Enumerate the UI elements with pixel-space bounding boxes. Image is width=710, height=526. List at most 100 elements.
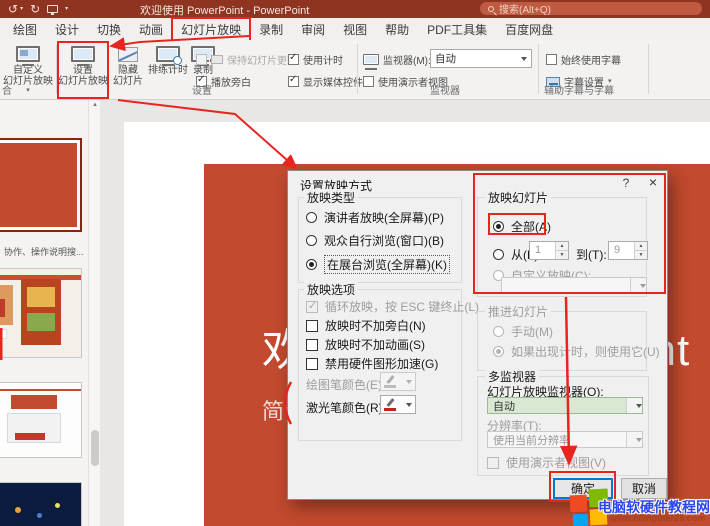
hide-slide-button[interactable]: 隐藏 幻灯片 xyxy=(110,42,146,98)
powerpoint-window: ↺ ▾ ↻ ▾ 欢迎使用 PowerPoint - PowerPoint 搜索(… xyxy=(0,0,710,526)
spinner-down-icon[interactable]: ▼ xyxy=(635,250,647,259)
pen-icon xyxy=(384,375,396,388)
play-narration-label: 播放旁白 xyxy=(211,74,251,89)
spinner-up-icon[interactable]: ▲ xyxy=(635,242,647,250)
slide-thumbnail-3[interactable] xyxy=(0,382,82,458)
tab-draw[interactable]: 绘图 xyxy=(4,18,46,41)
checkbox-disable-hw-acceleration[interactable]: 禁用硬件图形加速(G) xyxy=(306,355,438,372)
pen-color-picker[interactable] xyxy=(380,372,416,391)
chevron-down-icon xyxy=(521,57,527,61)
show-options-label: 放映选项 xyxy=(304,281,358,298)
radio-all-slides[interactable]: 全部(A) xyxy=(493,218,551,235)
checkbox-icon: ✓ xyxy=(306,301,318,313)
checkbox-loop-continuously[interactable]: ✓ 循环放映，按 ESC 键终止(L) xyxy=(306,298,479,315)
tab-review[interactable]: 审阅 xyxy=(292,18,334,41)
thumbnail-scrollbar[interactable]: ▲ xyxy=(88,100,100,526)
checkbox-icon xyxy=(487,457,499,469)
checkbox-use-presenter-view[interactable]: 使用演示者视图(V) xyxy=(487,454,606,471)
quick-access-toolbar: ↺ ▾ ↻ ▾ xyxy=(0,3,68,15)
undo-icon[interactable]: ↺ xyxy=(8,3,18,15)
show-slides-label: 放映幻灯片 xyxy=(485,189,551,206)
scrollbar-thumb[interactable] xyxy=(91,430,99,466)
keep-slides-updated-label: 保持幻灯片更新 xyxy=(227,52,297,67)
setup-show-dialog: 设置放映方式 ? × 放映类型 演讲者放映(全屏幕)(P) 观众自行浏览(窗口)… xyxy=(287,170,668,500)
to-slide-spinner[interactable]: 9 ▲▼ xyxy=(608,241,648,260)
ok-button[interactable]: 确定 xyxy=(553,478,613,499)
pen-color-label: 绘图笔颜色(E): xyxy=(306,376,385,393)
custom-slideshow-icon xyxy=(16,46,40,62)
dialog-help-button[interactable]: ? xyxy=(618,176,634,190)
use-timings-checkbox[interactable]: ✓ 使用计时 xyxy=(288,52,343,67)
tab-animations[interactable]: 动画 xyxy=(130,18,172,41)
setup-slideshow-button[interactable]: 设置 幻灯片放映 xyxy=(58,42,108,98)
radio-icon xyxy=(306,235,317,246)
slideshow-monitor-select[interactable]: 自动 xyxy=(487,397,643,414)
search-icon xyxy=(488,6,494,12)
checkbox-icon: ✓ xyxy=(288,54,299,65)
to-label-row: 到(T): xyxy=(576,246,607,263)
rehearse-timings-button[interactable]: 排练计时 xyxy=(148,42,188,98)
laser-color-label: 激光笔颜色(R): xyxy=(306,399,386,416)
tab-slideshow[interactable]: 幻灯片放映 xyxy=(172,18,250,41)
chevron-down-icon xyxy=(406,380,412,384)
checkbox-without-narration[interactable]: 放映时不加旁白(N) xyxy=(306,317,426,334)
keep-slides-updated-checkbox[interactable]: 保持幻灯片更新 xyxy=(196,52,297,67)
radio-browsed-by-individual[interactable]: 观众自行浏览(窗口)(B) xyxy=(306,232,444,249)
radio-advance-manually[interactable]: 手动(M) xyxy=(493,323,553,340)
checkbox-icon xyxy=(306,339,318,351)
radio-icon xyxy=(306,259,317,270)
resolution-value: 使用当前分辨率 xyxy=(493,432,570,448)
search-placeholder: 搜索(Alt+Q) xyxy=(499,1,551,16)
group-label-setup: 设置 xyxy=(192,82,212,97)
chevron-down-icon xyxy=(636,438,642,442)
radio-presenter-show[interactable]: 演讲者放映(全屏幕)(P) xyxy=(306,209,444,226)
resolution-select[interactable]: 使用当前分辨率 xyxy=(487,431,643,448)
always-use-subtitles-checkbox[interactable]: 始终使用字幕 xyxy=(546,52,621,67)
show-media-controls-label: 显示媒体控件 xyxy=(303,74,363,89)
radio-icon xyxy=(493,249,504,260)
radio-browsed-at-kiosk[interactable]: 在展台浏览(全屏幕)(K) xyxy=(306,255,450,274)
chevron-down-icon xyxy=(640,284,646,288)
tab-design[interactable]: 设计 xyxy=(46,18,88,41)
slide-thumbnail-2[interactable] xyxy=(0,268,82,358)
laser-color-label-row: 激光笔颜色(R): xyxy=(306,399,386,416)
slide-thumbnail-4[interactable] xyxy=(0,482,82,526)
tab-baidu-netdisk[interactable]: 百度网盘 xyxy=(496,18,562,41)
slide-update-icon xyxy=(211,55,223,64)
tab-pdf-tools[interactable]: PDF工具集 xyxy=(418,18,496,41)
group-label-left: 合 xyxy=(2,82,12,97)
use-presenter-view-dialog-label: 使用演示者视图(V) xyxy=(506,454,606,471)
setup-slideshow-label: 设置 幻灯片放映 xyxy=(58,65,108,87)
tab-help[interactable]: 帮助 xyxy=(376,18,418,41)
to-slide-value: 9 xyxy=(609,242,634,259)
spinner-down-icon[interactable]: ▼ xyxy=(556,250,568,259)
redo-icon[interactable]: ↻ xyxy=(30,3,40,15)
laser-color-picker[interactable] xyxy=(380,395,416,414)
custom-show-select[interactable] xyxy=(501,277,647,294)
slideshow-monitor-value: 自动 xyxy=(493,398,515,414)
tab-record[interactable]: 录制 xyxy=(250,18,292,41)
show-media-controls-checkbox[interactable]: ✓ 显示媒体控件 xyxy=(288,74,363,89)
window-title: 欢迎使用 PowerPoint - PowerPoint xyxy=(140,2,309,18)
from-slide-spinner[interactable]: 1 ▲▼ xyxy=(529,241,569,260)
cancel-button[interactable]: 取消 xyxy=(621,478,667,499)
without-narration-label: 放映时不加旁白(N) xyxy=(325,317,426,334)
tab-transitions[interactable]: 切换 xyxy=(88,18,130,41)
spinner-up-icon[interactable]: ▲ xyxy=(556,242,568,250)
hide-slide-label: 隐藏 幻灯片 xyxy=(113,65,143,87)
advance-slides-group xyxy=(477,311,647,371)
monitor-select[interactable]: 自动 xyxy=(430,49,532,68)
advance-slides-label: 推进幻灯片 xyxy=(485,303,551,320)
ribbon: 自定义 幻灯片放映 ▾ 合 设置 幻灯片放映 隐藏 幻灯片 排练计时 录制 ▾ … xyxy=(0,40,710,100)
customize-qat-icon[interactable]: ▾ xyxy=(65,3,68,15)
use-timings-if-present-label: 如果出现计时，则使用它(U) xyxy=(511,343,660,360)
start-slideshow-icon[interactable] xyxy=(47,5,58,13)
checkbox-without-animation[interactable]: 放映时不加动画(S) xyxy=(306,336,425,353)
slide-thumbnail-1[interactable] xyxy=(0,138,82,232)
undo-dropdown-icon[interactable]: ▾ xyxy=(20,3,23,15)
dialog-close-button[interactable]: × xyxy=(644,174,662,190)
chevron-down-icon xyxy=(406,403,412,407)
radio-use-timings-if-present[interactable]: 如果出现计时，则使用它(U) xyxy=(493,343,660,360)
tab-view[interactable]: 视图 xyxy=(334,18,376,41)
search-box[interactable]: 搜索(Alt+Q) xyxy=(480,2,702,15)
